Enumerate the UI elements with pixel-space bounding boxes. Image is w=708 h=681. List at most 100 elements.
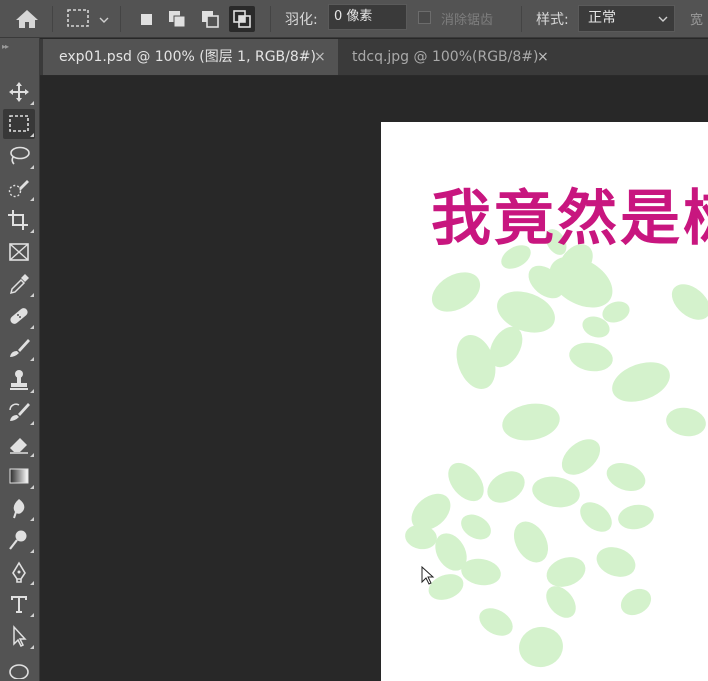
leaf-shape — [502, 403, 560, 441]
move-tool[interactable] — [3, 77, 35, 107]
tool-group-indicator — [30, 421, 34, 425]
dodge-tool[interactable] — [3, 525, 35, 555]
leaf-shape — [671, 284, 708, 320]
eyedropper-tool[interactable] — [3, 269, 35, 299]
leaf-shape — [519, 626, 563, 668]
pen-tool[interactable] — [3, 557, 35, 587]
leaf-shape — [666, 407, 706, 437]
history-brush-tool[interactable] — [3, 397, 35, 427]
close-icon[interactable]: × — [537, 39, 549, 75]
chevron-down-icon — [658, 16, 668, 22]
canvas-text-layer: 我竟然是树 — [431, 184, 708, 254]
separator — [120, 6, 121, 32]
tab-label: exp01.psd @ 100% (图层 1, RGB/8#) — [59, 49, 316, 65]
eraser-tool[interactable] — [3, 429, 35, 459]
quick-selection-tool[interactable] — [3, 173, 35, 203]
tools-panel: ▸▸ — [0, 38, 40, 681]
tab-label: tdcq.jpg @ 100%(RGB/8#) — [352, 49, 539, 65]
tool-preset-picker[interactable] — [66, 8, 90, 28]
subtract-from-selection-icon — [202, 11, 219, 28]
antialias-checkbox[interactable] — [418, 11, 431, 24]
style-select[interactable]: 正常 — [578, 5, 675, 32]
eraser-icon — [10, 438, 28, 454]
tab-tdcq[interactable]: tdcq.jpg @ 100%(RGB/8#) × — [336, 39, 558, 75]
home-button[interactable] — [14, 7, 40, 31]
ellipse-tool[interactable] — [3, 653, 35, 681]
gradient-tool[interactable] — [3, 461, 35, 491]
leaf-shape — [561, 439, 601, 475]
arrow-pointer-icon — [13, 625, 27, 647]
path-selection-tool[interactable] — [3, 621, 35, 651]
crop-icon — [8, 210, 28, 230]
rectangular-marquee-icon — [9, 115, 29, 132]
leaf-shape — [479, 608, 513, 636]
tool-group-indicator — [30, 165, 34, 169]
tool-group-indicator — [30, 197, 34, 201]
tool-group-indicator — [30, 613, 34, 617]
style-label: 样式: — [536, 12, 569, 28]
leaf-shape — [513, 521, 549, 563]
feather-label: 羽化: — [285, 12, 318, 28]
panel-collapse-grip[interactable]: ▸▸ — [2, 42, 9, 51]
tool-group-indicator — [30, 133, 34, 137]
document-tab-bar: exp01.psd @ 100% (图层 1, RGB/8#) × tdcq.j… — [40, 39, 708, 76]
healing-brush-tool[interactable] — [3, 301, 35, 331]
bandage-icon — [10, 308, 28, 324]
antialias-label: 消除锯齿 — [441, 13, 494, 28]
new-selection-icon — [141, 14, 152, 25]
tool-group-indicator — [30, 581, 34, 585]
home-icon — [16, 10, 38, 28]
move-icon — [9, 82, 29, 102]
tool-group-indicator — [30, 549, 34, 553]
close-icon[interactable]: × — [314, 39, 326, 75]
width-label: 宽 — [690, 13, 704, 28]
lasso-tool[interactable] — [3, 141, 35, 171]
leaf-shape — [596, 547, 636, 577]
document-canvas[interactable]: 我竟然是树 — [381, 122, 708, 681]
quick-selection-icon — [8, 180, 29, 198]
tab-exp01[interactable]: exp01.psd @ 100% (图层 1, RGB/8#) × — [43, 39, 338, 75]
leaf-shape — [612, 362, 670, 402]
tool-group-indicator — [30, 453, 34, 457]
leaf-shape — [580, 502, 612, 532]
type-tool[interactable] — [3, 589, 35, 619]
leaf-shape — [620, 588, 652, 616]
frame-tool[interactable] — [3, 237, 35, 267]
new-selection-button[interactable] — [133, 6, 159, 32]
tool-group-indicator — [30, 293, 34, 297]
leaf-shape — [532, 476, 580, 508]
dodge-icon — [9, 530, 27, 550]
leaf-shape — [606, 462, 646, 492]
add-to-selection-button[interactable] — [164, 6, 190, 32]
options-bar: 羽化: 0 像素 消除锯齿 样式: 正常 宽 — [0, 0, 708, 38]
style-select-value: 正常 — [588, 10, 616, 26]
stamp-icon — [10, 370, 28, 390]
history-brush-icon — [9, 403, 30, 421]
intersect-selection-icon — [233, 10, 251, 28]
tool-group-indicator — [30, 101, 34, 105]
brush-tool[interactable] — [3, 333, 35, 363]
add-to-selection-icon — [169, 11, 186, 28]
rectangular-marquee-icon — [67, 9, 89, 27]
feather-input[interactable]: 0 像素 — [328, 4, 407, 30]
lasso-icon — [10, 146, 30, 165]
frame-icon — [9, 243, 29, 261]
subtract-from-selection-button[interactable] — [197, 6, 223, 32]
tool-group-indicator — [30, 325, 34, 329]
clone-stamp-tool[interactable] — [3, 365, 35, 395]
leaf-shape — [431, 272, 481, 312]
intersect-selection-button[interactable] — [229, 6, 255, 32]
blur-tool[interactable] — [3, 493, 35, 523]
rectangular-marquee-tool[interactable] — [3, 109, 35, 139]
leaf-shape — [618, 504, 654, 530]
chevron-down-icon — [99, 17, 109, 23]
preset-dropdown-button[interactable] — [98, 11, 110, 23]
pen-icon — [12, 561, 26, 583]
crop-tool[interactable] — [3, 205, 35, 235]
tool-group-indicator — [30, 229, 34, 233]
separator — [52, 6, 53, 32]
type-icon — [11, 596, 27, 613]
leaf-shape — [569, 342, 613, 372]
leaf-shape — [546, 557, 586, 587]
separator — [521, 6, 522, 32]
